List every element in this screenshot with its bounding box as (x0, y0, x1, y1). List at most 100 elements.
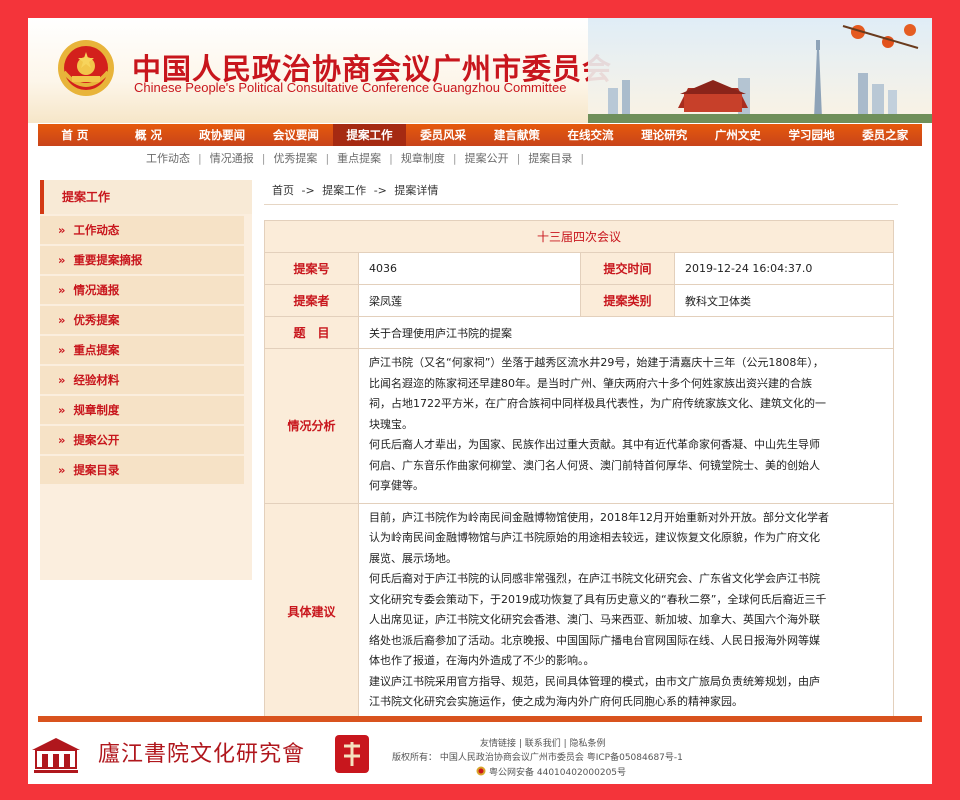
text-line: 何氏后裔人才辈出，为国家、民族作出过重大贡献。其中有近代革命家何香凝、中山先生导… (369, 438, 820, 451)
text-line: 块瑰宝。 (369, 417, 413, 431)
breadcrumb: 首页 -> 提案工作 -> 提案详情 (272, 182, 442, 198)
breadcrumb-separator: -> (301, 184, 315, 197)
sidebar-item-bulletins[interactable]: » 情况通报 (40, 276, 244, 304)
footer-calligraphy: 廬江書院文化研究會 (98, 742, 306, 767)
text-line: 体也作了报道，在海内外造成了不少的影响。。 (369, 654, 595, 667)
row-situation: 情况分析 庐江书院（又名“何家祠”）坐落于越秀区流水井29号，始建于清嘉庆十三年… (265, 349, 893, 504)
nav-meeting-news[interactable]: 会议要闻 (259, 124, 333, 146)
text-line: 何享健等。 (369, 479, 424, 492)
text-line: 络处也派后裔参加了活动。北京晚报、中国国际广播电台官网国际在线、人民日报海外网等… (369, 633, 820, 647)
sidebar-item-catalog[interactable]: » 提案目录 (40, 456, 244, 484)
subnav-item[interactable]: 提案公开 (457, 150, 517, 168)
nav-study[interactable]: 学习园地 (775, 124, 849, 146)
nav-theory[interactable]: 理论研究 (627, 124, 701, 146)
sidebar-item-label: 工作动态 (73, 223, 120, 237)
sidebar-item-label: 重点提案 (73, 343, 120, 357)
subnav-item[interactable]: 规章制度 (393, 150, 453, 168)
row-subject: 题 目 关于合理使用庐江书院的提案 (265, 317, 893, 349)
subnav-item[interactable]: 重点提案 (329, 150, 389, 168)
text-line: 认为岭南民间金融博物馆与庐江书院原始的用途相去较远，建议恢复文化原貌，作为广府文… (369, 531, 820, 544)
category-label: 提案类别 (581, 285, 675, 316)
proposal-category: 教科文卫体类 (685, 294, 751, 308)
sidebar-item-label: 提案公开 (73, 433, 120, 447)
subnav-item[interactable]: 提案目录 (520, 150, 580, 168)
breadcrumb-home[interactable]: 首页 (272, 184, 294, 197)
sidebar-item-rules[interactable]: » 规章制度 (40, 396, 244, 424)
main-nav: 首 页 概 况 政协要闻 会议要闻 提案工作 委员风采 建言献策 在线交流 理论… (38, 124, 922, 146)
nav-cppcc-news[interactable]: 政协要闻 (185, 124, 259, 146)
text-line: 比闻名遐迩的陈家祠还早建80年。是当时广州、肇庆两府六十多个何姓家族出资兴建的合… (369, 376, 812, 390)
sidebar-item-label: 重要提案摘报 (73, 253, 143, 267)
text-line: 江书院文化研究会实施运作，使之成为海内外广府何氏同胞心系的精神家园。 (369, 695, 743, 708)
nav-member-home[interactable]: 委员之家 (848, 124, 922, 146)
double-chevron-right-icon: » (58, 373, 66, 387)
subnav-item[interactable]: 优秀提案 (265, 150, 325, 168)
sidebar-item-label: 情况通报 (73, 283, 120, 297)
nav-online-exchange[interactable]: 在线交流 (554, 124, 628, 146)
sidebar-item-label: 经验材料 (73, 373, 120, 387)
breadcrumb-separator: -> (373, 184, 387, 197)
double-chevron-right-icon: » (58, 313, 66, 327)
sidebar-item-excellent[interactable]: » 优秀提案 (40, 306, 244, 334)
sub-nav: 工作动态 | 情况通报 | 优秀提案 | 重点提案 | 规章制度 | 提案公开 | 提案目录… (138, 150, 584, 168)
sidebar-item-label: 提案目录 (73, 463, 120, 477)
sidebar-item-key-digest[interactable]: » 重要提案摘报 (40, 246, 244, 274)
double-chevron-right-icon: » (58, 223, 66, 237)
text-line: 祠，占地1722平方米，在广府合族祠中同样极具代表性，为广府传统家族文化、建筑文… (369, 397, 826, 410)
footer-copyright: 版权所有： 中国人民政治协商会议广州市委员会 粤ICP备05084687号-1 (392, 753, 683, 763)
subnav-item[interactable]: 情况通报 (202, 150, 262, 168)
nav-proposals[interactable]: 提案工作 (332, 124, 407, 146)
footer-police-record: 粤公网安备 44010402000205号 (476, 765, 626, 778)
double-chevron-right-icon: » (58, 253, 66, 267)
proposal-subject: 关于合理使用庐江书院的提案 (369, 326, 512, 340)
city-skyline-illustration (588, 18, 932, 123)
subnav-item[interactable]: 工作动态 (138, 150, 198, 168)
sidebar: 提案工作 » 工作动态 » 重要提案摘报 » 情况通报 » 优秀提案 » 重点提案 » 经验… (40, 180, 252, 580)
academy-building-logo (32, 738, 80, 773)
sidebar-item-public[interactable]: » 提案公开 (40, 426, 244, 454)
site-footer: 廬江書院文化研究會 友情链接 | 联系我们 | 隐私条例 版权所有： 中国人民政… (28, 722, 932, 784)
specific-suggestions: 目前，庐江书院作为岭南民间金融博物馆使用，2018年12月开始重新对外开放。部分… (359, 504, 893, 719)
double-chevron-right-icon: » (58, 283, 66, 297)
police-record-text: 粤公网安备 44010402000205号 (489, 768, 627, 778)
page: 中国人民政治协商会议广州市委员会 Chinese People's Politi… (28, 18, 932, 784)
suggestion-label: 具体建议 (265, 503, 359, 719)
breadcrumb-section[interactable]: 提案工作 (322, 184, 366, 197)
text-line: 人出席见证，庐江书院文化研究会香港、澳门、马来西亚、新加坡、加拿大、英国六个海外… (369, 613, 820, 626)
nav-overview[interactable]: 概 况 (112, 124, 186, 146)
double-chevron-right-icon: » (58, 403, 66, 417)
sidebar-item-experience[interactable]: » 经验材料 (40, 366, 244, 394)
text-line: 文化研究专委会策动下，于2019成功恢复了具有历史意义的“春秋二祭”，全球何氏后… (369, 592, 827, 606)
proposal-detail-table: 十三届四次会议 提案号 4036 提交时间 2019-12-24 16:04:3… (264, 220, 894, 720)
situation-label: 情况分析 (265, 349, 359, 503)
text-line: 何启、广东音乐作曲家何柳堂、澳门名人何贤、澳门前特首何厚华、何镜堂院士、美的创始… (369, 458, 820, 472)
cppcc-emblem-icon[interactable] (50, 38, 122, 100)
sidebar-item-work-news[interactable]: » 工作动态 (40, 216, 244, 244)
footer-links[interactable]: 友情链接 | 联系我们 | 隐私条例 (480, 736, 606, 749)
proposal-number: 4036 (359, 253, 581, 284)
subject-label: 题 目 (265, 317, 359, 348)
nav-suggestions[interactable]: 建言献策 (480, 124, 554, 146)
sidebar-heading: 提案工作 (40, 180, 252, 214)
proposer-label: 提案者 (265, 285, 359, 316)
row-proposer-category: 提案者 梁凤莲 提案类别 教科文卫体类 (265, 285, 893, 317)
nav-history[interactable]: 广州文史 (701, 124, 775, 146)
site-header: 中国人民政治协商会议广州市委员会 Chinese People's Politi… (28, 18, 932, 123)
text-line: 目前，庐江书院作为岭南民间金融博物馆使用，2018年12月开始重新对外开放。部分… (369, 510, 829, 524)
text-line: 建议庐江书院采用官方指导、规范，民间具体管理的模式，由市文广旅局负责统筹规划，由… (369, 674, 820, 688)
proposer: 梁凤莲 (359, 285, 581, 316)
double-chevron-right-icon: » (58, 433, 66, 447)
number-label: 提案号 (265, 253, 359, 284)
seal-stamp-icon (335, 735, 369, 773)
police-badge-icon (476, 766, 486, 776)
subnav-separator: | (580, 152, 585, 165)
sidebar-item-key-proposals[interactable]: » 重点提案 (40, 336, 244, 364)
nav-members[interactable]: 委员风采 (406, 124, 480, 146)
nav-home[interactable]: 首 页 (38, 124, 112, 146)
sidebar-item-label: 规章制度 (73, 403, 120, 417)
site-title-en: Chinese People's Political Consultative … (134, 80, 567, 95)
breadcrumb-current: 提案详情 (394, 184, 439, 197)
session-title: 十三届四次会议 (265, 221, 893, 253)
text-line: 何氏后裔对于庐江书院的认同感非常强烈，在庐江书院文化研究会、广东省文化学会庐江书… (369, 572, 820, 585)
text-line: 展览、展示场地。 (369, 551, 457, 565)
